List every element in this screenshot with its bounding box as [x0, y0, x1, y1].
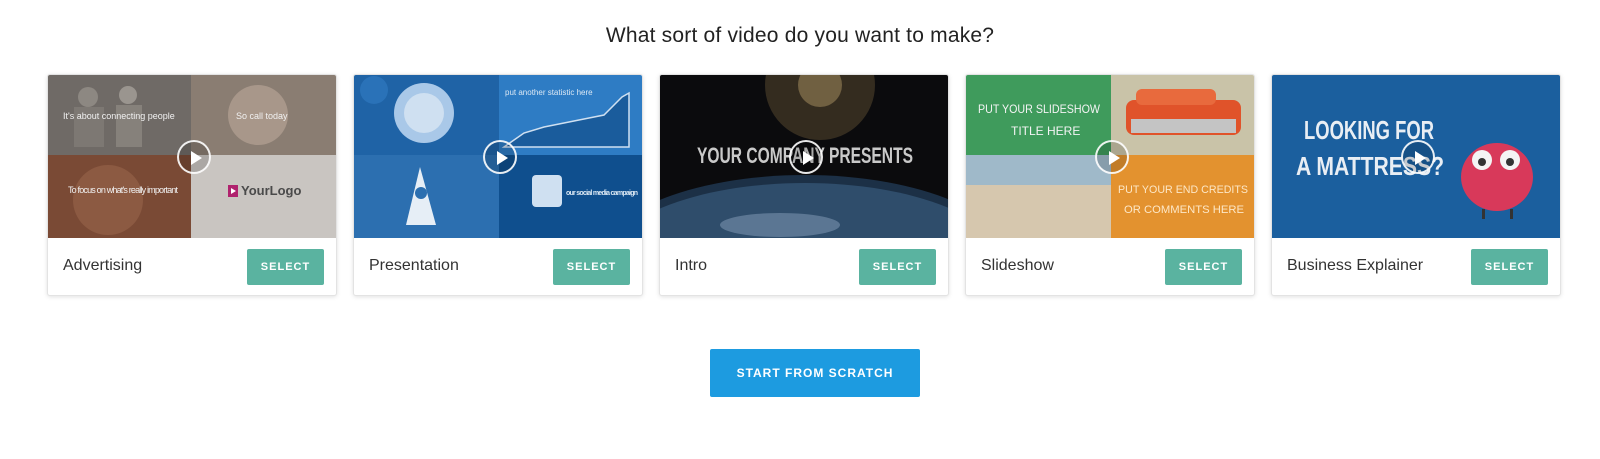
thumb-text: OR COMMENTS HERE: [1124, 204, 1244, 216]
select-button-slideshow[interactable]: SELECT: [1165, 249, 1242, 285]
select-button-business-explainer[interactable]: SELECT: [1471, 249, 1548, 285]
card-footer: Intro SELECT: [660, 238, 948, 295]
presentation-thumbnail[interactable]: put another statistic here our social me…: [354, 75, 642, 238]
card-footer: Business Explainer SELECT: [1272, 238, 1560, 295]
template-card-business-explainer: LOOKING FOR A MATTRESS? Business Explain…: [1271, 74, 1561, 296]
card-title: Slideshow: [981, 257, 1054, 274]
thumb-text: PUT YOUR SLIDESHOW: [978, 102, 1101, 116]
thumb-text: So call today: [236, 111, 288, 121]
card-title: Business Explainer: [1287, 257, 1424, 274]
play-icon[interactable]: [483, 140, 517, 174]
thumb-text: PUT YOUR END CREDITS: [1118, 184, 1248, 196]
card-title: Presentation: [369, 257, 459, 274]
play-icon[interactable]: [1095, 140, 1129, 174]
page-heading: What sort of video do you want to make?: [605, 24, 995, 47]
start-from-scratch-button[interactable]: START FROM SCRATCH: [710, 349, 920, 397]
advertising-thumbnail[interactable]: It's about connecting people So call tod…: [48, 75, 336, 238]
select-button-intro[interactable]: SELECT: [859, 249, 936, 285]
thumb-text: TITLE HERE: [1011, 124, 1080, 138]
template-cards: It's about connecting people So call tod…: [47, 74, 1561, 296]
play-icon[interactable]: [177, 140, 211, 174]
play-icon[interactable]: [789, 140, 823, 174]
thumb-text: YourLogo: [241, 183, 301, 198]
card-footer: Slideshow SELECT: [966, 238, 1254, 295]
play-icon[interactable]: [1401, 140, 1435, 174]
card-footer: Presentation SELECT: [354, 238, 642, 295]
template-card-advertising: It's about connecting people So call tod…: [47, 74, 337, 296]
thumb-text: put another statistic here: [505, 88, 593, 97]
thumb-text: our social media campaign: [566, 190, 638, 197]
thumb-text: To focus on what's really important: [68, 185, 178, 195]
select-button-advertising[interactable]: SELECT: [247, 249, 324, 285]
template-card-slideshow: PUT YOUR SLIDESHOW TITLE HERE PUT YOUR E…: [965, 74, 1255, 296]
intro-thumbnail[interactable]: YOUR COMPANY PRESENTS: [660, 75, 948, 238]
slideshow-thumbnail[interactable]: PUT YOUR SLIDESHOW TITLE HERE PUT YOUR E…: [966, 75, 1254, 238]
business-explainer-thumbnail[interactable]: LOOKING FOR A MATTRESS?: [1272, 75, 1560, 238]
card-title: Advertising: [63, 257, 143, 274]
select-button-presentation[interactable]: SELECT: [553, 249, 630, 285]
template-card-presentation: put another statistic here our social me…: [353, 74, 643, 296]
thumb-text: It's about connecting people: [63, 111, 175, 121]
template-card-intro: YOUR COMPANY PRESENTS Intro SELECT: [659, 74, 949, 296]
card-title: Intro: [675, 257, 708, 274]
card-footer: Advertising SELECT: [48, 238, 336, 295]
